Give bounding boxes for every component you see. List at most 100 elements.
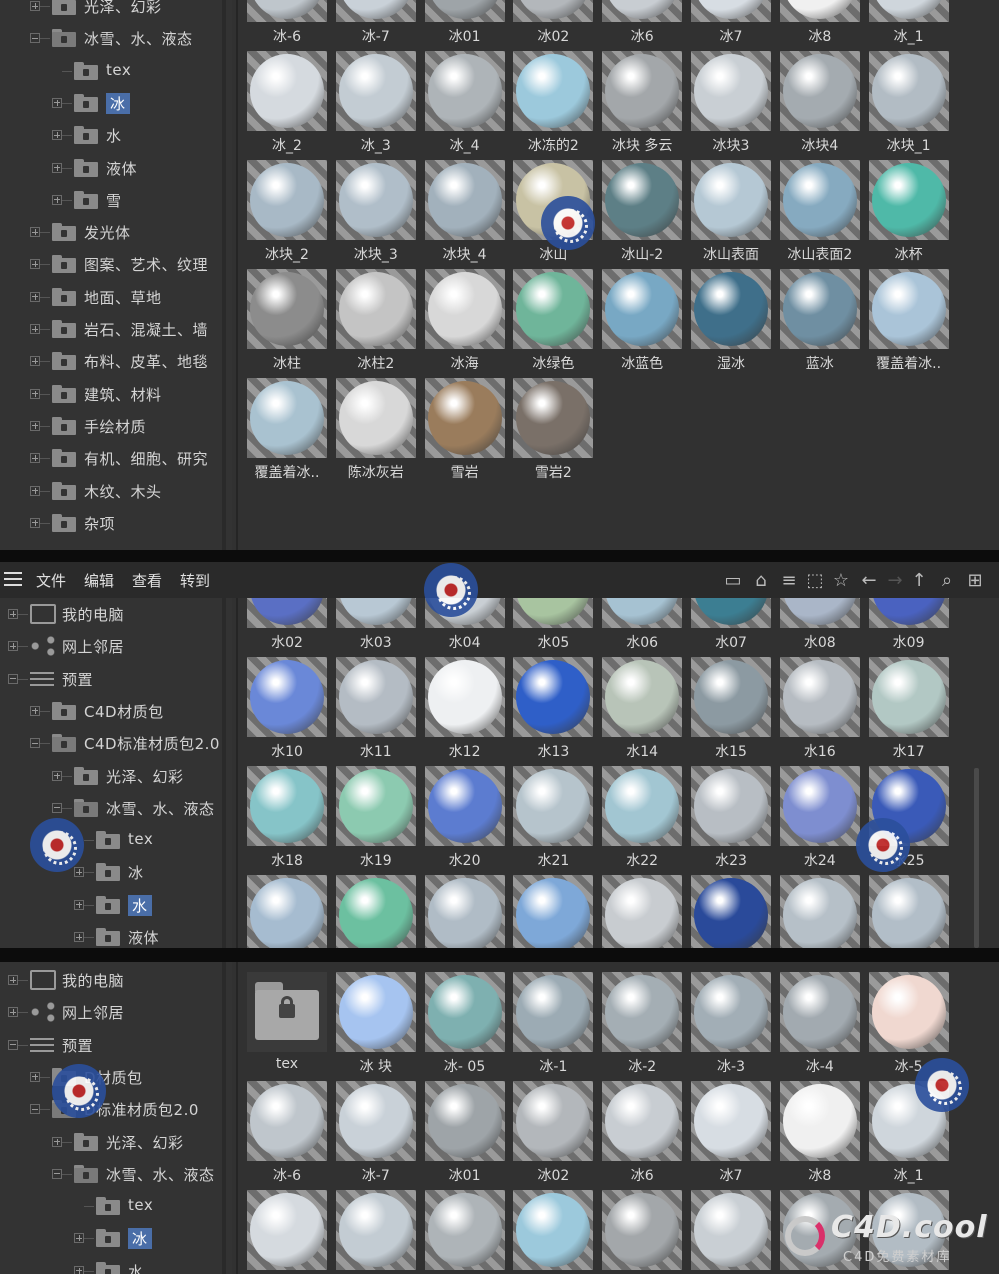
material-tile[interactable]: 冰块_4 xyxy=(424,160,505,268)
material-tile[interactable]: 冰 块 xyxy=(335,972,416,1080)
material-tile[interactable]: 水11 xyxy=(335,657,416,765)
expand-toggle-icon[interactable] xyxy=(52,130,62,141)
material-tile[interactable]: 冰8 xyxy=(779,0,860,50)
material-tile[interactable]: 水05 xyxy=(513,598,594,656)
expand-toggle-icon[interactable] xyxy=(30,1104,40,1115)
material-tile[interactable]: 雪岩2 xyxy=(513,378,594,486)
tree-item[interactable]: D标准材质包2.0 xyxy=(0,1093,232,1125)
tree-item[interactable]: 布料、皮革、地毯 xyxy=(0,345,232,377)
panel-splitter[interactable] xyxy=(236,962,238,1274)
expand-toggle-icon[interactable] xyxy=(8,609,18,619)
material-tile[interactable]: 冰-7 xyxy=(335,0,416,50)
material-tile[interactable]: 水10 xyxy=(247,657,327,765)
tree-item[interactable]: C4D材质包 xyxy=(0,695,232,727)
material-tile[interactable]: 冰-1 xyxy=(513,972,594,1080)
material-tile[interactable]: 水22 xyxy=(602,766,683,874)
expand-toggle-icon[interactable] xyxy=(30,33,40,44)
material-tile[interactable]: 冰6 xyxy=(602,1081,683,1189)
expand-toggle-icon[interactable] xyxy=(30,356,40,367)
expand-toggle-icon[interactable] xyxy=(8,673,18,684)
tree-item[interactable]: 冰雪、水、液态 xyxy=(0,792,232,824)
material-tile[interactable]: 水08 xyxy=(779,598,860,656)
material-tile[interactable]: 冰柱 xyxy=(247,269,327,377)
expand-toggle-icon[interactable] xyxy=(30,259,40,270)
material-tile[interactable]: 冰01 xyxy=(424,1081,505,1189)
tree-item[interactable]: 有机、细胞、研究 xyxy=(0,442,232,474)
tree-item[interactable]: 网上邻居 xyxy=(0,630,232,662)
material-tile[interactable]: 水19 xyxy=(335,766,416,874)
material-tile[interactable]: 冰块_2 xyxy=(247,160,327,268)
new-window-icon[interactable]: ⊞ xyxy=(964,570,986,592)
expand-toggle-icon[interactable] xyxy=(74,867,84,878)
material-tile[interactable] xyxy=(691,1190,771,1274)
material-tile[interactable]: 水16 xyxy=(779,657,860,765)
material-tile[interactable]: 水09 xyxy=(868,598,949,656)
material-tile[interactable] xyxy=(779,875,860,948)
expand-toggle-icon[interactable] xyxy=(30,1071,40,1082)
material-tile[interactable] xyxy=(335,1190,416,1274)
tree-item[interactable]: 冰雪、水、液态 xyxy=(0,22,232,54)
expand-toggle-icon[interactable] xyxy=(30,738,40,749)
tree-scrollbar[interactable] xyxy=(222,598,226,948)
expand-toggle-icon[interactable] xyxy=(52,770,62,781)
expand-toggle-icon[interactable] xyxy=(8,641,18,652)
tree-item[interactable]: 液体 xyxy=(0,921,232,948)
material-tile[interactable]: 湿冰 xyxy=(691,269,771,377)
expand-toggle-icon[interactable] xyxy=(30,1,40,11)
expand-toggle-icon[interactable] xyxy=(30,517,40,528)
tree-item[interactable]: D材质包 xyxy=(0,1061,232,1093)
material-tile[interactable]: 水13 xyxy=(513,657,594,765)
tree-item[interactable]: 水 xyxy=(0,1255,232,1274)
material-tile[interactable]: tex xyxy=(247,972,327,1080)
material-tile[interactable] xyxy=(602,875,683,948)
tree-item[interactable]: 液体 xyxy=(0,152,232,184)
tree-item[interactable]: 预置 xyxy=(0,1029,232,1061)
material-tile[interactable]: 冰01 xyxy=(424,0,505,50)
material-tile[interactable]: 冰_4 xyxy=(424,51,505,159)
tree-item[interactable]: 建筑、材料 xyxy=(0,378,232,410)
material-tile[interactable]: 冰块_1 xyxy=(868,51,949,159)
expand-toggle-icon[interactable] xyxy=(74,899,84,910)
expand-toggle-icon[interactable] xyxy=(52,1136,62,1147)
tree-item[interactable]: 冰 xyxy=(0,1222,232,1254)
expand-toggle-icon[interactable] xyxy=(8,975,18,985)
material-tile[interactable] xyxy=(424,875,505,948)
package-icon[interactable]: ⬚ xyxy=(804,570,826,592)
material-tile[interactable]: 冰6 xyxy=(602,0,683,50)
material-tile[interactable]: 冰绿色 xyxy=(513,269,594,377)
material-tile[interactable]: 冰山表面 xyxy=(691,160,771,268)
material-tile[interactable]: 冰_3 xyxy=(335,51,416,159)
material-tile[interactable]: 覆盖着冰.. xyxy=(247,378,327,486)
material-tile[interactable]: 冰杯 xyxy=(868,160,949,268)
material-tile[interactable]: 水20 xyxy=(424,766,505,874)
material-tile[interactable]: 水24 xyxy=(779,766,860,874)
expand-toggle-icon[interactable] xyxy=(74,1233,84,1244)
tree-item[interactable]: 杂项 xyxy=(0,507,232,539)
hamburger-menu-icon[interactable] xyxy=(4,572,22,586)
material-tile[interactable] xyxy=(247,1190,327,1274)
expand-toggle-icon[interactable] xyxy=(30,420,40,431)
menu-edit[interactable]: 编辑 xyxy=(84,570,114,591)
material-tile[interactable]: 冰块_3 xyxy=(335,160,416,268)
panel-splitter[interactable] xyxy=(236,598,238,948)
tree-item[interactable]: 水 xyxy=(0,889,232,921)
tree-item[interactable]: 手绘材质 xyxy=(0,410,232,442)
material-tile[interactable]: 蓝冰 xyxy=(779,269,860,377)
material-tile[interactable]: 水18 xyxy=(247,766,327,874)
material-tile[interactable]: 水03 xyxy=(335,598,416,656)
menu-view[interactable]: 查看 xyxy=(132,570,162,591)
material-tile[interactable]: 冰块4 xyxy=(779,51,860,159)
expand-toggle-icon[interactable] xyxy=(74,932,84,942)
tree-item[interactable]: 光泽、幻彩 xyxy=(0,0,232,22)
material-tile[interactable]: 水23 xyxy=(691,766,771,874)
material-tile[interactable]: 水12 xyxy=(424,657,505,765)
material-tile[interactable]: 冰蓝色 xyxy=(602,269,683,377)
tree-item[interactable]: 光泽、幻彩 xyxy=(0,760,232,792)
material-tile[interactable]: 冰7 xyxy=(691,1081,771,1189)
tree-scrollbar[interactable] xyxy=(222,0,226,550)
menu-goto[interactable]: 转到 xyxy=(180,570,210,591)
panel-splitter[interactable] xyxy=(236,0,238,550)
expand-toggle-icon[interactable] xyxy=(30,388,40,399)
material-tile[interactable] xyxy=(247,875,327,948)
expand-toggle-icon[interactable] xyxy=(52,97,62,108)
